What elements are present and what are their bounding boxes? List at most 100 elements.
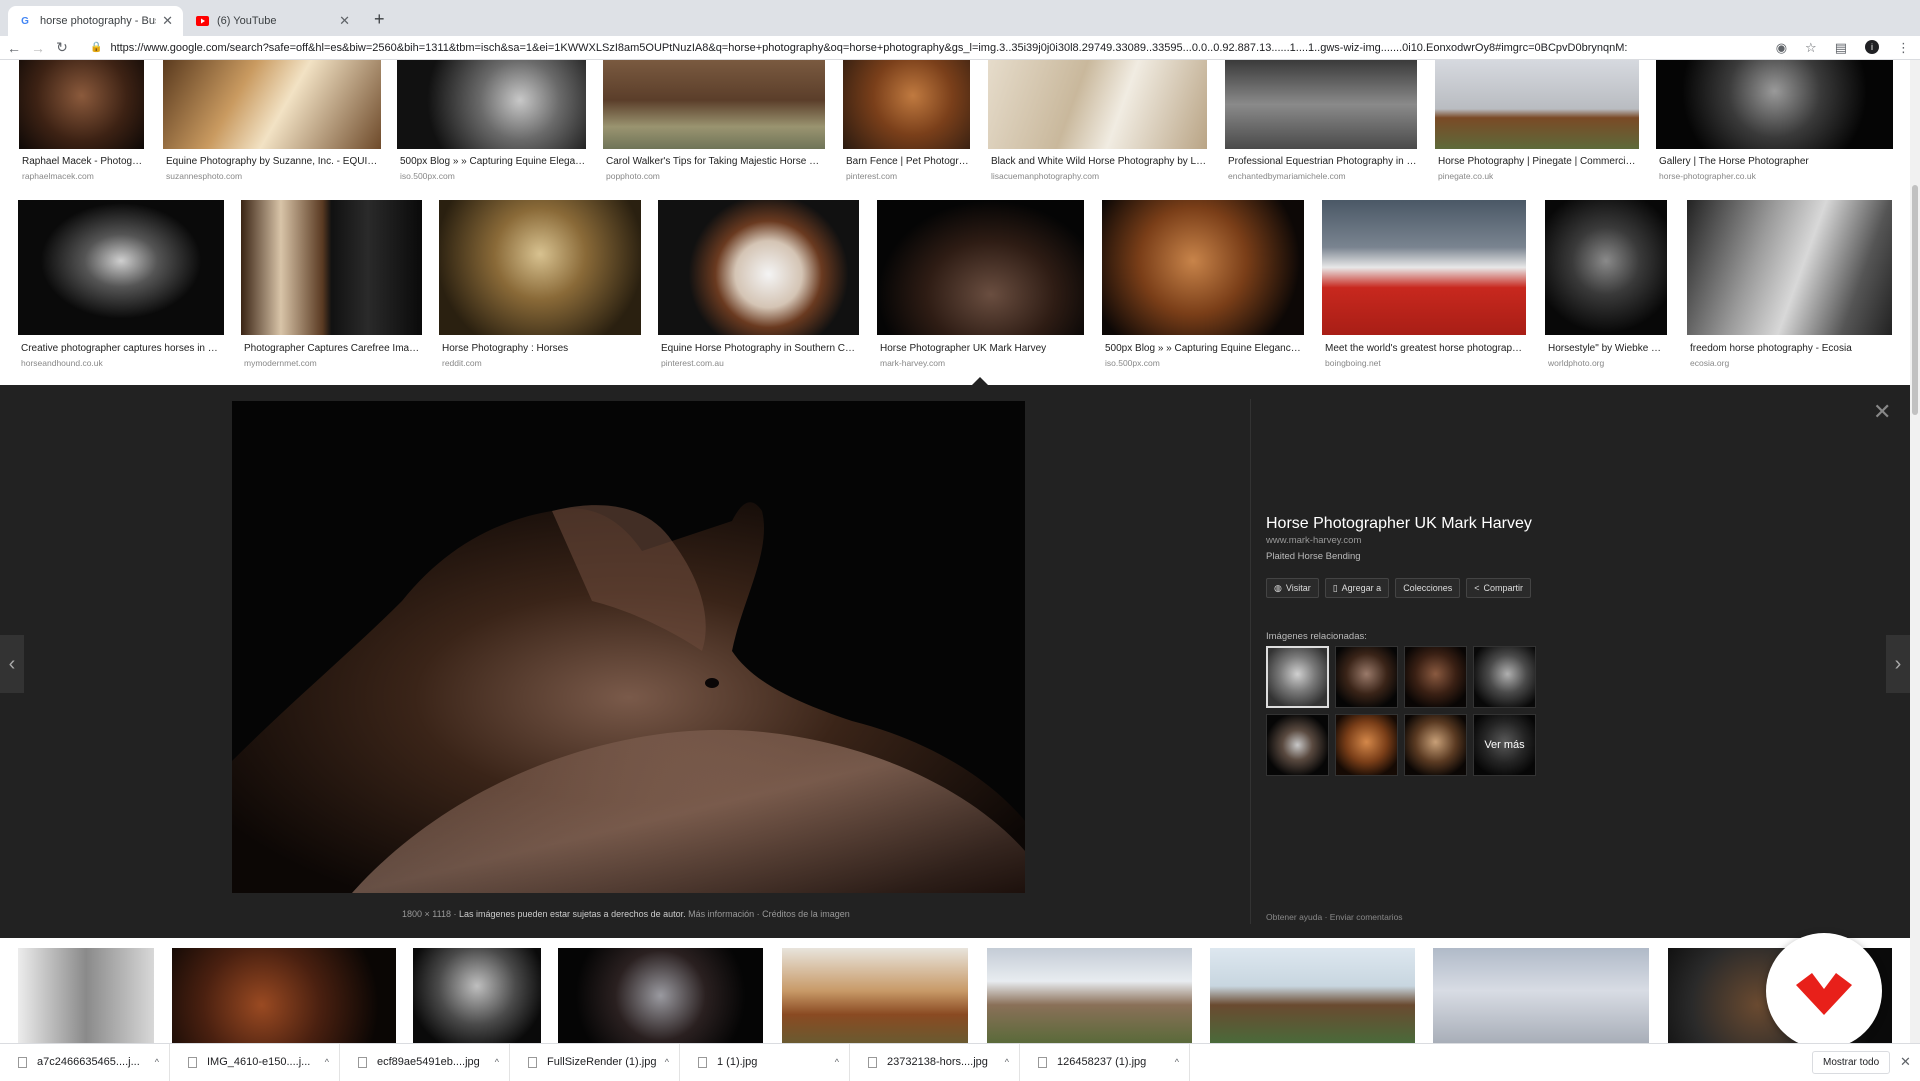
result-image[interactable] xyxy=(19,60,144,149)
chevron-up-icon[interactable]: ^ xyxy=(155,1057,159,1067)
result-title[interactable]: Horse Photography | Pinegate | Commercia… xyxy=(1438,156,1638,167)
download-item[interactable]: FullSizeRender (1).jpg ^ xyxy=(510,1043,680,1081)
result-thumbnail[interactable]: Gallery | The Horse Photographer horse-p… xyxy=(1656,60,1893,182)
result-thumbnail[interactable]: Horse Photography : Horses reddit.com xyxy=(439,200,641,370)
result-image[interactable] xyxy=(1322,200,1526,335)
close-icon[interactable]: ✕ xyxy=(339,13,350,29)
see-more-tile[interactable]: Ver más xyxy=(1473,714,1536,776)
chevron-up-icon[interactable]: ^ xyxy=(665,1057,669,1067)
result-thumbnail[interactable]: freedom horse photography - Ecosia ecosi… xyxy=(1687,200,1892,370)
send-feedback-link[interactable]: Enviar comentarios xyxy=(1330,912,1403,922)
download-item[interactable]: a7c2466635465....j... ^ xyxy=(0,1043,170,1081)
location-icon[interactable]: ◉ xyxy=(1776,40,1787,56)
result-image[interactable] xyxy=(843,60,970,149)
show-all-button[interactable]: Mostrar todo xyxy=(1812,1051,1891,1074)
result-image[interactable] xyxy=(1687,200,1892,335)
result-thumbnail[interactable]: Equine Photography by Suzanne, Inc. - EQ… xyxy=(163,60,381,182)
preview-title[interactable]: Horse Photographer UK Mark Harvey xyxy=(1266,515,1532,533)
save-to-button[interactable]: ▯ Agregar a xyxy=(1324,578,1390,598)
result-title[interactable]: Horse Photography : Horses xyxy=(442,343,640,354)
result-title[interactable]: Creative photographer captures horses in… xyxy=(21,343,223,354)
result-image[interactable] xyxy=(877,200,1084,335)
chevron-up-icon[interactable]: ^ xyxy=(1175,1057,1179,1067)
result-image[interactable] xyxy=(413,948,541,1043)
close-icon[interactable]: ✕ xyxy=(1873,399,1891,425)
result-title[interactable]: freedom horse photography - Ecosia xyxy=(1690,343,1891,354)
result-thumbnail[interactable]: Horsestyle" by Wiebke Ha... worldphoto.o… xyxy=(1545,200,1667,370)
scrollbar-thumb[interactable] xyxy=(1912,185,1918,415)
result-thumbnail[interactable]: Photographer Captures Carefree Image... … xyxy=(241,200,422,370)
download-item[interactable]: 1 (1).jpg ^ xyxy=(680,1043,850,1081)
related-image[interactable] xyxy=(1404,646,1467,708)
related-image[interactable] xyxy=(1266,646,1329,708)
result-title[interactable]: 500px Blog » » Capturing Equine Eleganc.… xyxy=(400,156,586,167)
result-image[interactable] xyxy=(1435,60,1639,149)
result-image[interactable] xyxy=(1210,948,1415,1043)
extension-icon[interactable]: ▤ xyxy=(1835,40,1847,56)
result-title[interactable]: Meet the world's greatest horse photogra… xyxy=(1325,343,1525,354)
chevron-up-icon[interactable]: ^ xyxy=(1005,1057,1009,1067)
address-bar[interactable]: https://www.google.com/search?safe=off&h… xyxy=(110,42,1770,54)
close-icon[interactable]: ✕ xyxy=(1900,1054,1911,1070)
preview-image[interactable] xyxy=(232,401,1025,893)
result-image[interactable] xyxy=(603,60,825,149)
result-title[interactable]: Professional Equestrian Photography in S… xyxy=(1228,156,1417,167)
result-thumbnail[interactable]: Creative photographer captures horses in… xyxy=(18,200,224,370)
share-button[interactable]: < Compartir xyxy=(1466,578,1531,598)
result-image[interactable] xyxy=(782,948,968,1043)
result-thumbnail[interactable]: Horse Photography | Pinegate | Commercia… xyxy=(1435,60,1639,182)
download-item[interactable]: 23732138-hors....jpg ^ xyxy=(850,1043,1020,1081)
result-thumbnail[interactable]: Carol Walker's Tips for Taking Majestic … xyxy=(603,60,825,182)
tab-google-search[interactable]: G horse photography - Buscar co ✕ xyxy=(8,6,183,36)
close-icon[interactable]: ✕ xyxy=(162,13,173,29)
result-image[interactable] xyxy=(1433,948,1649,1043)
result-title[interactable]: Horse Photographer UK Mark Harvey xyxy=(880,343,1084,354)
result-title[interactable]: Black and White Wild Horse Photography b… xyxy=(991,156,1207,167)
page-scrollbar[interactable] xyxy=(1910,60,1920,1043)
result-image[interactable] xyxy=(1656,60,1893,149)
previous-arrow-icon[interactable]: ‹ xyxy=(0,635,24,693)
menu-icon[interactable]: ⋮ xyxy=(1897,40,1910,56)
result-image[interactable] xyxy=(1545,200,1667,335)
next-arrow-icon[interactable]: › xyxy=(1886,635,1910,693)
profile-icon[interactable]: i xyxy=(1865,40,1879,54)
result-title[interactable]: Horsestyle" by Wiebke Ha... xyxy=(1548,343,1667,354)
result-image[interactable] xyxy=(1102,200,1304,335)
result-image[interactable] xyxy=(18,200,224,335)
visit-button[interactable]: ◍ Visitar xyxy=(1266,578,1319,598)
download-item[interactable]: ecf89ae5491eb....jpg ^ xyxy=(340,1043,510,1081)
result-thumbnail[interactable]: Black and White Wild Horse Photography b… xyxy=(988,60,1207,182)
download-item[interactable]: IMG_4610-e150....j... ^ xyxy=(170,1043,340,1081)
preview-domain[interactable]: www.mark-harvey.com xyxy=(1266,535,1361,546)
result-thumbnail[interactable]: 500px Blog » » Capturing Equine Eleganc.… xyxy=(397,60,586,182)
result-image[interactable] xyxy=(1225,60,1417,149)
result-title[interactable]: Gallery | The Horse Photographer xyxy=(1659,156,1891,167)
collections-button[interactable]: Colecciones xyxy=(1395,578,1461,598)
result-title[interactable]: Raphael Macek - Photogra... xyxy=(22,156,144,167)
more-info-link[interactable]: Más información xyxy=(688,909,754,919)
result-image[interactable] xyxy=(241,200,422,335)
download-item[interactable]: 126458237 (1).jpg ^ xyxy=(1020,1043,1190,1081)
result-thumbnail[interactable]: Raphael Macek - Photogra... raphaelmacek… xyxy=(19,60,144,182)
related-image[interactable] xyxy=(1473,646,1536,708)
get-help-link[interactable]: Obtener ayuda xyxy=(1266,912,1322,922)
result-thumbnail[interactable]: 500px Blog » » Capturing Equine Elegance… xyxy=(1102,200,1304,370)
bookmark-star-icon[interactable]: ☆ xyxy=(1805,40,1817,56)
related-image[interactable] xyxy=(1404,714,1467,776)
chevron-up-icon[interactable]: ^ xyxy=(495,1057,499,1067)
result-image[interactable] xyxy=(18,948,154,1043)
result-title[interactable]: Equine Photography by Suzanne, Inc. - EQ… xyxy=(166,156,378,167)
result-image[interactable] xyxy=(439,200,641,335)
related-image[interactable] xyxy=(1335,714,1398,776)
result-image[interactable] xyxy=(987,948,1192,1043)
result-thumbnail[interactable]: Meet the world's greatest horse photogra… xyxy=(1322,200,1526,370)
result-title[interactable]: 500px Blog » » Capturing Equine Elegance… xyxy=(1105,343,1303,354)
result-thumbnail[interactable]: Horse Photographer UK Mark Harvey mark-h… xyxy=(877,200,1084,370)
result-image[interactable] xyxy=(988,60,1207,149)
result-image[interactable] xyxy=(163,60,381,149)
result-thumbnail[interactable]: Professional Equestrian Photography in S… xyxy=(1225,60,1417,182)
related-image[interactable] xyxy=(1266,714,1329,776)
chevron-up-icon[interactable]: ^ xyxy=(835,1057,839,1067)
result-title[interactable]: Photographer Captures Carefree Image... xyxy=(244,343,422,354)
result-image[interactable] xyxy=(397,60,586,149)
